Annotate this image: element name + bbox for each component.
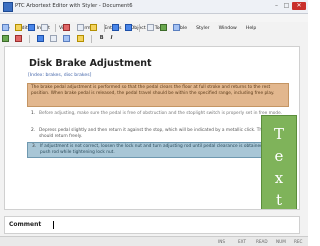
find-icon[interactable]	[147, 24, 155, 31]
menu-help[interactable]: Help	[244, 25, 258, 33]
application-window: PTC Arbortext Editor with Styler - Docum…	[0, 0, 308, 246]
print-icon[interactable]	[41, 24, 49, 31]
toolbar-separator	[139, 24, 141, 32]
status-read: READ	[256, 239, 268, 244]
step-number: 3.	[32, 144, 37, 149]
window-title: PTC Arbortext Editor with Styler - Docum…	[15, 3, 133, 9]
toolbar-separator	[90, 35, 92, 43]
status-num: NUM	[276, 239, 286, 244]
overlay-letter: T	[273, 125, 284, 143]
overlay-letter: x	[274, 169, 284, 187]
minimize-button[interactable]: –	[272, 2, 281, 10]
status-ext: EXT	[238, 239, 246, 244]
redo-icon[interactable]	[124, 24, 132, 31]
preview-icon[interactable]	[173, 24, 181, 31]
menu-window[interactable]: Window	[217, 25, 239, 33]
step-number: 1.	[31, 111, 36, 116]
procedure-steps: The brake pedal adjustment is performed …	[27, 83, 289, 161]
cut-icon[interactable]	[63, 24, 71, 31]
markup-toolbar: B I	[2, 34, 114, 44]
app-icon	[3, 2, 13, 12]
copy-icon[interactable]	[76, 24, 84, 31]
list-item[interactable]: 1. Before adjusting, make sure the pedal…	[27, 110, 289, 124]
table-icon[interactable]	[63, 35, 71, 42]
change-markup-icon[interactable]	[15, 35, 23, 42]
toolbar-separator	[55, 24, 57, 32]
spell-icon[interactable]	[160, 24, 168, 31]
overlay-letter: t	[275, 191, 283, 209]
text-overlay-box[interactable]: T e x t	[261, 115, 297, 209]
undo-icon[interactable]	[111, 24, 119, 31]
join-icon[interactable]	[50, 35, 58, 42]
intro-text: The brake pedal adjustment is performed …	[31, 85, 275, 96]
status-ins: INS	[218, 239, 226, 244]
list-item-selected[interactable]: 3. If adjustment is not correct, loosen …	[27, 142, 289, 158]
split-icon[interactable]	[37, 35, 45, 42]
status-rec: REC	[294, 239, 303, 244]
bold-icon[interactable]: B	[99, 34, 105, 43]
intro-paragraph[interactable]: The brake pedal adjustment is performed …	[27, 83, 289, 107]
menu-styler[interactable]: Styler	[194, 25, 211, 33]
step-text: If adjustment is not correct, loosen the…	[40, 144, 276, 155]
comment-input[interactable]	[53, 221, 54, 229]
comment-bar: Comment	[4, 216, 300, 234]
standard-toolbar	[2, 23, 181, 33]
step-text: Before adjusting, make sure the pedal is…	[39, 111, 283, 116]
insert-markup-icon[interactable]	[2, 35, 9, 42]
step-number: 2.	[31, 128, 36, 133]
new-icon[interactable]	[2, 24, 9, 31]
document-title[interactable]: Disk Brake Adjustment	[29, 58, 152, 69]
close-button[interactable]: ✕	[292, 2, 306, 10]
image-icon[interactable]	[76, 35, 84, 42]
menu-bar: File Edit Insert View Format Entities Ob…	[0, 14, 308, 31]
list-item[interactable]: 2. Depress pedal slightly and then retur…	[27, 127, 289, 139]
open-icon[interactable]	[15, 24, 23, 31]
italic-icon[interactable]: I	[110, 34, 114, 43]
toolbar-separator	[29, 35, 31, 43]
title-bar[interactable]: PTC Arbortext Editor with Styler - Docum…	[0, 0, 308, 14]
maximize-button[interactable]: □	[282, 2, 291, 10]
comment-label: Comment	[9, 221, 42, 228]
save-icon[interactable]	[28, 24, 36, 31]
index-terms[interactable]: [Index: brakes, disc brakes]	[28, 73, 91, 78]
paste-icon[interactable]	[89, 24, 97, 31]
overlay-letter: e	[274, 147, 284, 165]
step-text: Depress pedal slightly and then return i…	[39, 128, 279, 139]
document-pane[interactable]: Disk Brake Adjustment [Index: brakes, di…	[4, 46, 300, 210]
toolbar-separator	[103, 24, 105, 32]
